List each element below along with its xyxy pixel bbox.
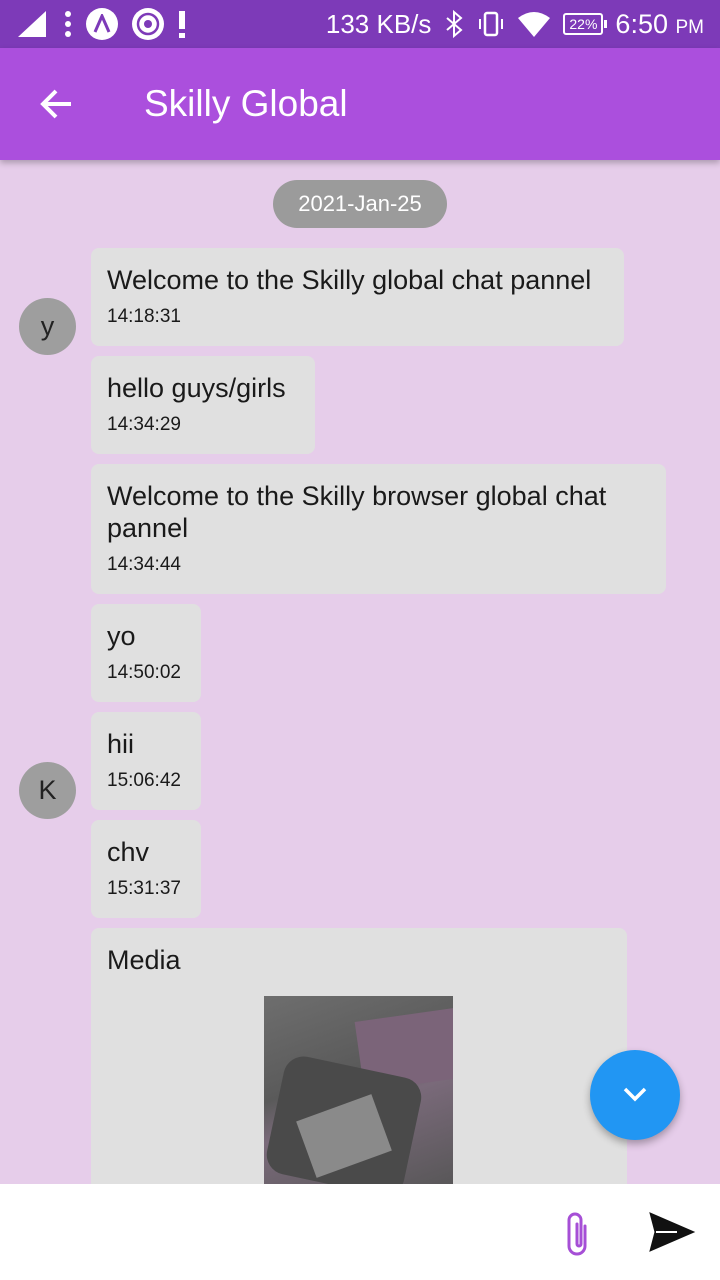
paperclip-icon (567, 1212, 587, 1256)
message-bubble[interactable]: hii 15:06:42 (91, 712, 201, 810)
message-bubble[interactable]: Welcome to the Skilly global chat pannel… (91, 248, 624, 346)
message-text: Welcome to the Skilly browser global cha… (107, 481, 607, 543)
clock: 6:50 PM (615, 8, 704, 39)
avatar[interactable]: K (19, 762, 76, 819)
message-input[interactable] (16, 1202, 536, 1262)
bluetooth-icon (446, 9, 463, 39)
chat-list[interactable]: 2021-Jan-25 y K Welcome to the Skilly gl… (0, 160, 720, 1184)
network-speed: 133 KB/s (325, 8, 432, 39)
chevron-down-icon (623, 1087, 647, 1102)
page-title: Skilly Global (144, 83, 348, 124)
message-time: 14:50:02 (107, 662, 181, 683)
arrow-back-icon (40, 89, 71, 119)
message-time: 14:34:44 (107, 554, 181, 575)
message-text: Media (107, 945, 181, 975)
battery-icon: 22% (563, 13, 608, 35)
media-image[interactable] (264, 996, 453, 1184)
message-time: 14:34:29 (107, 414, 181, 435)
wifi-icon (518, 12, 551, 37)
message-bubble[interactable]: hello guys/girls 14:34:29 (91, 356, 315, 454)
media-message-bubble[interactable]: Media (91, 928, 627, 1184)
message-time: 15:31:37 (107, 878, 181, 899)
scroll-down-button[interactable] (590, 1050, 680, 1140)
avatar[interactable]: y (19, 298, 76, 355)
back-button[interactable] (0, 48, 112, 160)
more-vert-icon (65, 11, 71, 37)
message-bubble[interactable]: Welcome to the Skilly browser global cha… (91, 464, 666, 594)
status-bar: 133 KB/s 22% 6:50 PM (0, 0, 720, 48)
message-text: Welcome to the Skilly global chat pannel (107, 265, 592, 295)
message-composer (0, 1184, 720, 1280)
message-text: hii (107, 729, 135, 759)
message-bubble[interactable]: chv 15:31:37 (91, 820, 201, 918)
vibrate-icon (479, 11, 504, 37)
message-bubble[interactable]: yo 14:50:02 (91, 604, 201, 702)
message-time: 14:18:31 (107, 306, 181, 327)
chrome-icon (132, 8, 164, 40)
message-text: yo (107, 621, 136, 651)
signal-icon (18, 11, 46, 37)
message-text: hello guys/girls (107, 373, 286, 403)
send-icon (649, 1212, 696, 1252)
alert-icon (179, 11, 185, 38)
message-text: chv (107, 837, 150, 867)
attach-button[interactable] (555, 1208, 599, 1258)
app-bar: Skilly Global (0, 48, 720, 160)
app-a-icon (86, 8, 118, 40)
send-button[interactable] (647, 1210, 697, 1254)
date-chip: 2021-Jan-25 (273, 180, 447, 228)
message-time: 15:06:42 (107, 770, 181, 791)
